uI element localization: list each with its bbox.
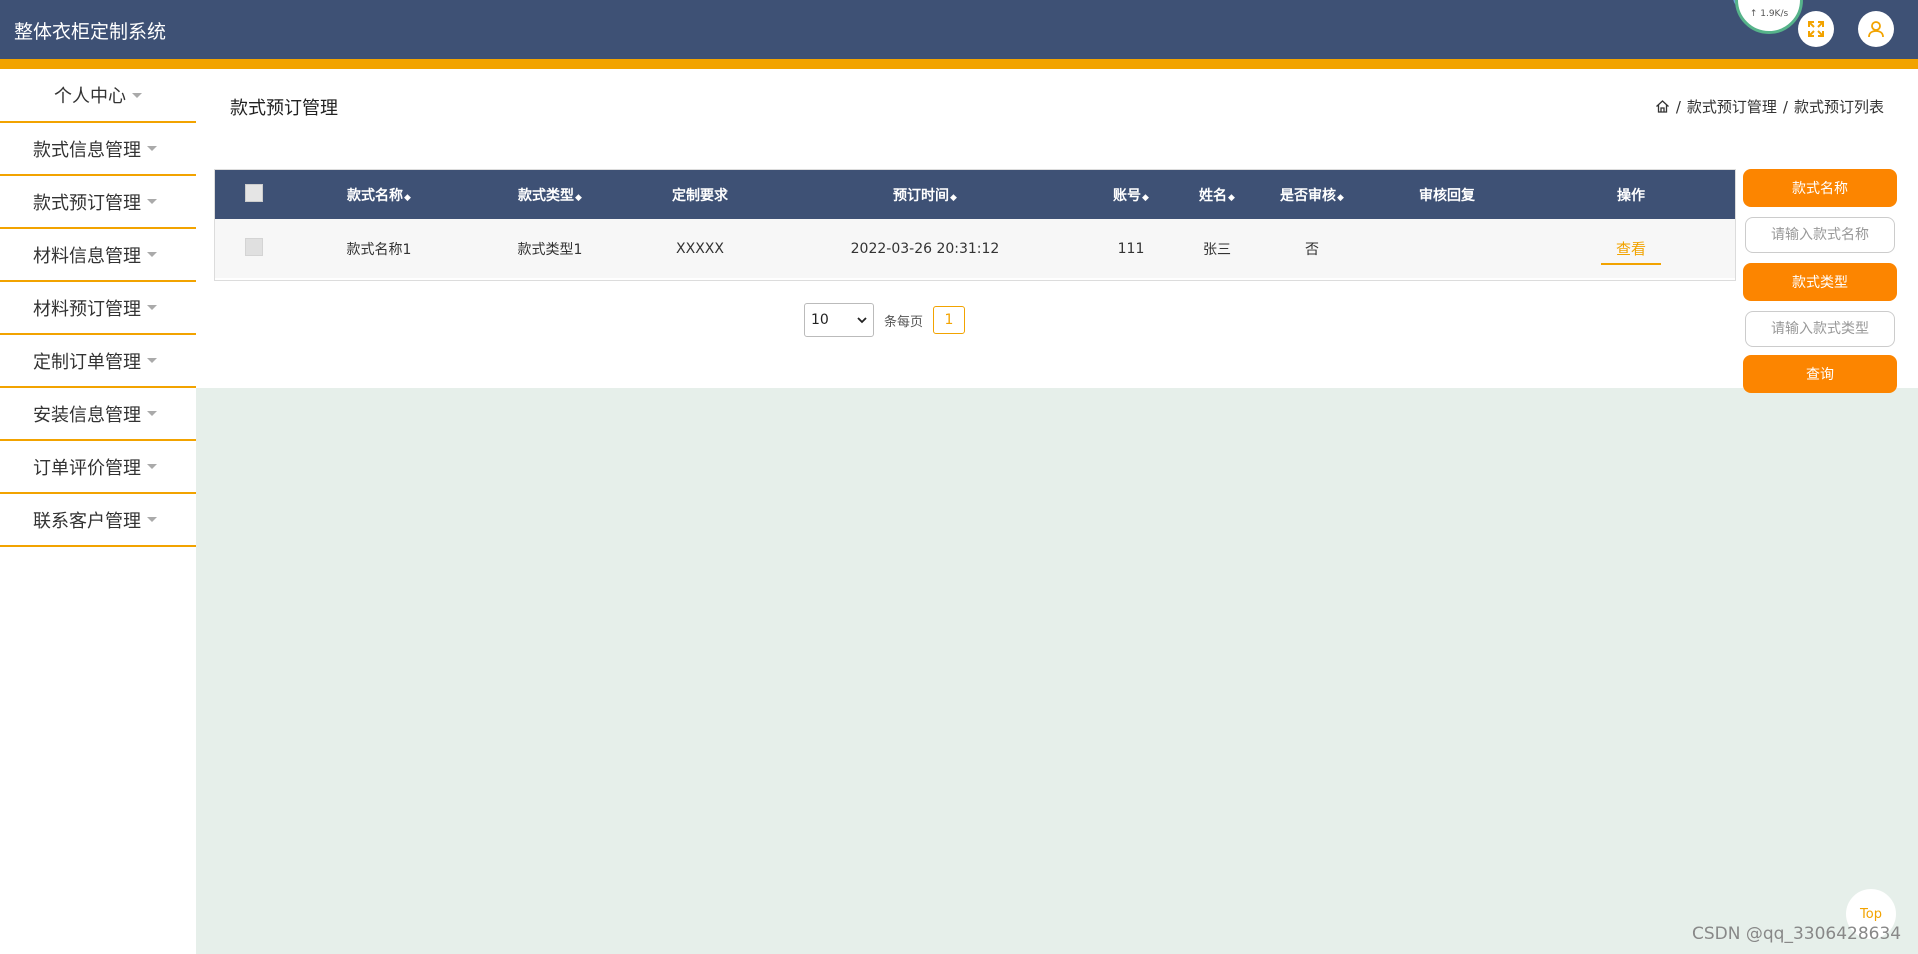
column-header-style-name[interactable]: 款式名称◆ [293,170,465,219]
user-button[interactable] [1858,11,1894,47]
chevron-down-icon [147,199,157,204]
chevron-down-icon [147,517,157,522]
column-header-style-type[interactable]: 款式类型◆ [465,170,635,219]
sidebar-item-label: 订单评价管理 [33,457,141,479]
table-row: 款式名称1 款式类型1 XXXXX 2022-03-26 20:31:12 11… [215,219,1735,278]
view-button[interactable]: 查看 [1600,240,1661,265]
breadcrumb: / 款式预订管理 / 款式预订列表 [1655,96,1884,117]
sidebar-item-label: 定制订单管理 [33,351,141,373]
pagination: 10 条每页 1 [804,303,966,337]
chevron-down-icon [147,305,157,310]
page-number-button[interactable]: 1 [933,306,966,334]
main-content: 款式预订管理 / 款式预订管理 / 款式预订列表 款式名称◆ 款式类型◆ 定制要… [196,69,1918,388]
sidebar-item-label: 联系客户管理 [33,510,141,532]
query-button[interactable]: 查询 [1743,355,1897,393]
column-header-requirement: 定制要求 [672,187,728,204]
chevron-down-icon [132,92,142,98]
style-name-input[interactable] [1745,217,1895,253]
sidebar-item-label: 材料预订管理 [33,298,141,320]
column-header-approved[interactable]: 是否审核◆ [1257,170,1367,219]
booking-table: 款式名称◆ 款式类型◆ 定制要求 预订时间◆ 账号◆ 姓名◆ 是否审核◆ 审核回… [214,169,1736,281]
page-title: 款式预订管理 [230,98,338,119]
column-header-account[interactable]: 账号◆ [1085,170,1177,219]
row-select-cell [215,219,293,278]
sidebar-item-custom-orders[interactable]: 定制订单管理 [0,335,196,388]
header-accent-bar [0,59,1918,69]
cell-requirement: XXXXX [676,240,724,257]
table-header-row: 款式名称◆ 款式类型◆ 定制要求 预订时间◆ 账号◆ 姓名◆ 是否审核◆ 审核回… [215,170,1735,219]
sidebar-item-label: 款式预订管理 [33,192,141,214]
user-icon [1868,21,1884,38]
cell-name: 张三 [1203,241,1231,258]
sidebar-item-order-review[interactable]: 订单评价管理 [0,441,196,494]
sidebar-item-material-booking[interactable]: 材料预订管理 [0,282,196,335]
style-type-label: 款式类型 [1743,263,1897,301]
breadcrumb-level2: 款式预订列表 [1793,98,1884,116]
sidebar-item-style-info[interactable]: 款式信息管理 [0,123,196,176]
app-title: 整体衣柜定制系统 [14,21,167,43]
sidebar-item-style-booking[interactable]: 款式预订管理 [0,176,196,229]
cell-time: 2022-03-26 20:31:12 [850,240,1000,257]
breadcrumb-separator: / [1782,97,1788,116]
cell-style-type: 款式类型1 [517,241,583,258]
sidebar-item-label: 材料信息管理 [33,245,141,267]
column-header-reply: 审核回复 [1419,187,1475,204]
home-icon[interactable] [1655,99,1670,114]
sort-icon: ◆ [1142,192,1149,203]
column-header-name[interactable]: 姓名◆ [1177,170,1257,219]
chevron-down-icon [147,411,157,416]
sort-icon: ◆ [1228,192,1235,203]
sidebar-item-label: 安装信息管理 [33,404,141,426]
network-speed-text: ↑ 1.9K/s [1749,9,1789,19]
watermark: CSDN @qq_3306428634 [1692,924,1902,944]
chevron-down-icon [857,317,867,324]
style-name-label: 款式名称 [1743,169,1897,207]
network-speed-widget: ↑ 1.9K/s [1735,0,1803,34]
chevron-down-icon [147,464,157,469]
row-checkbox[interactable] [245,237,263,256]
cell-reply [1367,219,1527,278]
sidebar-item-contact-customer[interactable]: 联系客户管理 [0,494,196,547]
top-header: 整体衣柜定制系统 ↑ 1.9K/s [0,0,1918,59]
cell-approved: 否 [1305,241,1319,258]
cell-account: 111 [1117,240,1145,257]
sort-icon: ◆ [950,192,957,203]
sidebar-item-label: 款式信息管理 [33,139,141,161]
column-header-time[interactable]: 预订时间◆ [765,170,1085,219]
select-all-cell [215,170,293,219]
chevron-down-icon [147,146,157,151]
sort-icon: ◆ [404,192,411,203]
chevron-down-icon [147,252,157,257]
page-size-value: 10 [811,312,829,328]
breadcrumb-level1[interactable]: 款式预订管理 [1687,96,1777,117]
per-page-label: 条每页 [884,314,924,330]
column-header-action: 操作 [1617,187,1645,204]
sidebar-item-installation[interactable]: 安装信息管理 [0,388,196,441]
sort-icon: ◆ [1337,192,1344,203]
sidebar-item-label: 个人中心 [54,86,126,107]
fullscreen-icon [1808,21,1824,37]
chevron-down-icon [147,358,157,363]
sort-icon: ◆ [575,192,582,203]
cell-action: 查看 [1527,219,1735,278]
style-type-input[interactable] [1745,311,1895,347]
sidebar-item-material-info[interactable]: 材料信息管理 [0,229,196,282]
page-size-select[interactable]: 10 [804,303,874,337]
search-panel: 款式名称 款式类型 查询 [1743,169,1897,393]
fullscreen-button[interactable] [1798,11,1834,47]
sidebar: 个人中心 款式信息管理 款式预订管理 材料信息管理 材料预订管理 定制订单管理 … [0,69,196,954]
breadcrumb-separator: / [1675,97,1681,116]
cell-style-name: 款式名称1 [346,241,412,258]
sidebar-item-personal-center[interactable]: 个人中心 [0,69,196,123]
select-all-checkbox[interactable] [245,183,263,202]
